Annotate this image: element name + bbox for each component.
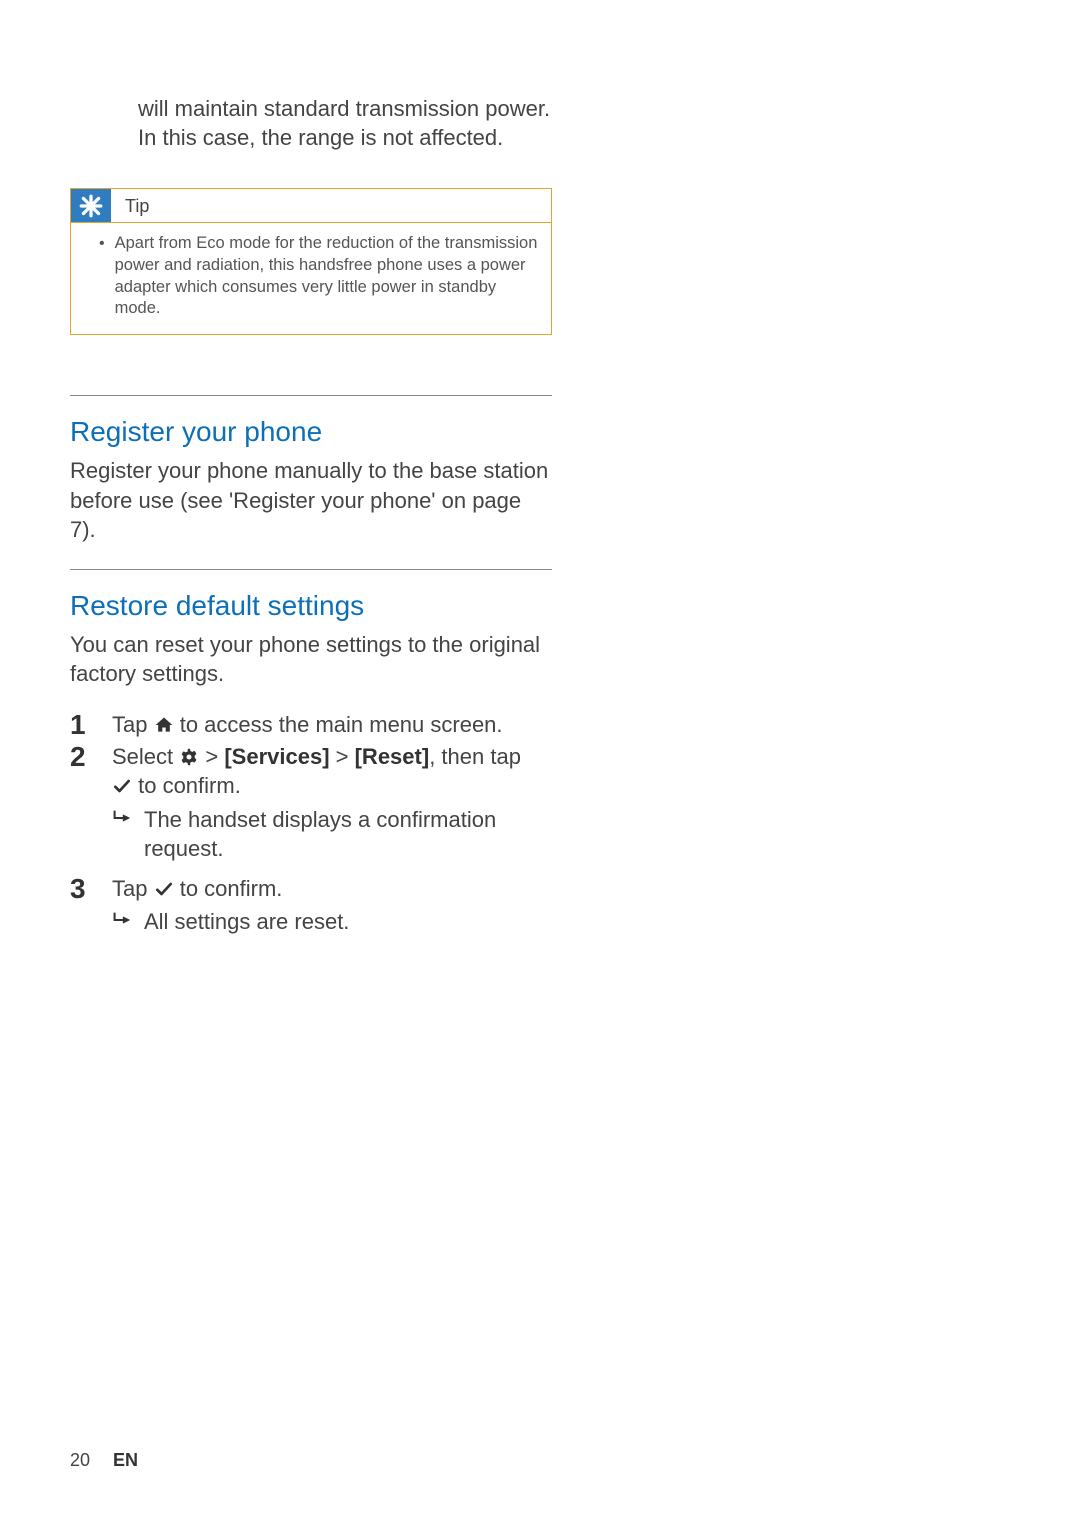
result-arrow-icon [110,807,132,864]
step-text: Tap [112,712,154,737]
step-body: Tap to access the main menu screen. [112,710,552,739]
step-number: 1 [70,710,94,739]
step-result-text: The handset displays a confirmation requ… [144,805,552,864]
step-text: Select [112,744,179,769]
step-text: > [199,744,224,769]
step-3: 3 Tap to confirm. [70,874,552,903]
step-body: Select > [Services] > [Reset], then tap … [112,742,552,801]
asterisk-icon [71,189,111,222]
step-text: , then tap [429,744,521,769]
tip-body: • Apart from Eco mode for the reduction … [71,223,551,334]
step-text: to confirm. [132,773,241,798]
carryover-paragraph: will maintain standard transmission powe… [138,94,552,152]
check-icon [112,774,132,794]
result-arrow-icon [110,909,132,938]
page-language: EN [113,1450,138,1470]
step-text: to confirm. [174,876,283,901]
page-footer: 20 EN [70,1450,138,1471]
heading-register: Register your phone [70,416,552,448]
restore-intro: You can reset your phone settings to the… [70,630,552,689]
divider [70,569,552,570]
tip-text: Apart from Eco mode for the reduction of… [115,233,539,320]
step-3-result: All settings are reset. [110,907,552,938]
bullet-icon: • [99,234,105,320]
step-1: 1 Tap to access the main menu screen. [70,710,552,739]
home-icon [154,713,174,733]
step-2-result: The handset displays a confirmation requ… [110,805,552,864]
heading-restore: Restore default settings [70,590,552,622]
step-label: [Services] [224,744,329,769]
tip-label: Tip [111,189,163,222]
step-text: > [330,744,355,769]
tip-header: Tip [71,189,551,223]
step-result-text: All settings are reset. [144,907,349,938]
step-text: to access the main menu screen. [174,712,503,737]
step-number: 3 [70,874,94,903]
tip-box: Tip • Apart from Eco mode for the reduct… [70,188,552,335]
register-body: Register your phone manually to the base… [70,456,552,544]
check-icon [154,877,174,897]
divider [70,395,552,396]
step-text: Tap [112,876,154,901]
settings-icon [179,745,199,765]
step-2: 2 Select > [Services] > [Reset], then ta… [70,742,552,801]
step-body: Tap to confirm. [112,874,552,903]
page-number: 20 [70,1450,90,1470]
step-label: [Reset] [355,744,430,769]
step-number: 2 [70,742,94,771]
